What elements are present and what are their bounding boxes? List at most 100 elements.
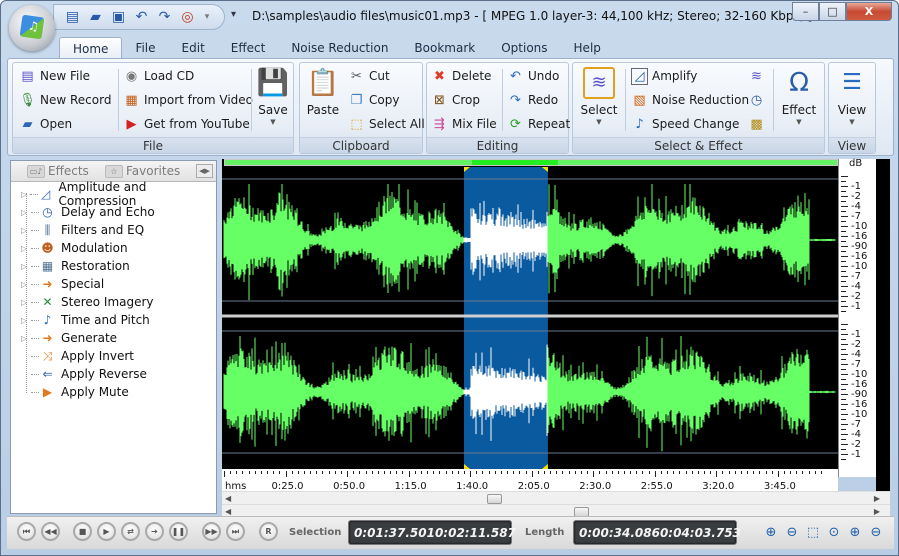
effect-shortcut-3[interactable]: ▩ bbox=[748, 113, 765, 135]
tab-effects[interactable]: ▭♪ Effects bbox=[27, 164, 89, 178]
tab-favorites[interactable]: ☆ Favorites bbox=[105, 164, 180, 178]
panel-scroll-arrows[interactable]: ◀▶ bbox=[196, 164, 213, 178]
tree-item[interactable]: ▷ ▦ Restoration bbox=[11, 257, 216, 275]
open-icon[interactable]: ▰ bbox=[87, 9, 104, 26]
noise-reduction-button[interactable]: ▧ Noise Reduction bbox=[631, 89, 749, 111]
ruler-tick bbox=[808, 471, 810, 474]
rewind-button[interactable]: ◀◀ bbox=[41, 522, 60, 541]
copy-button[interactable]: ❐ Copy bbox=[348, 89, 400, 111]
cut-button[interactable]: ✂ Cut bbox=[348, 65, 390, 87]
scroll-thumb[interactable] bbox=[487, 494, 502, 504]
expand-arrow-icon[interactable]: ▷ bbox=[21, 298, 31, 307]
expand-arrow-icon[interactable]: ▷ bbox=[21, 280, 31, 289]
import-video-button[interactable]: ▦ Import from Video bbox=[123, 89, 253, 111]
tree-item[interactable]: ▷ ➜ Special bbox=[11, 275, 216, 293]
minimize-button[interactable]: – bbox=[792, 2, 819, 21]
tree-item[interactable]: ▷ ♪ Time and Pitch bbox=[11, 311, 216, 329]
tree-item[interactable]: ▷ ◿ Amplitude and Compression bbox=[11, 180, 216, 208]
redo-button[interactable]: ↷ Redo bbox=[507, 89, 558, 111]
tree-item[interactable]: ▷ ➜ Generate bbox=[11, 329, 216, 347]
expand-arrow-icon[interactable]: ▷ bbox=[21, 334, 31, 343]
overview-bar[interactable] bbox=[224, 159, 838, 166]
zoom-full-icon[interactable]: ⊙ bbox=[825, 523, 843, 541]
go-to-end-button[interactable]: ⏭ bbox=[226, 522, 245, 541]
delete-button[interactable]: ✖ Delete bbox=[431, 65, 491, 87]
scroll-left-icon[interactable]: ◀ bbox=[225, 507, 231, 516]
tree-item[interactable]: ▷ ⫼ Filters and EQ bbox=[11, 221, 216, 239]
expand-arrow-icon[interactable]: ▷ bbox=[21, 316, 31, 325]
expand-arrow-icon[interactable]: ▷ bbox=[21, 262, 31, 271]
zoom-out-icon[interactable]: ⊖ bbox=[783, 523, 801, 541]
loop-button[interactable]: ⇄ bbox=[121, 522, 140, 541]
effect-button[interactable]: Ω Effect ▼ bbox=[778, 67, 820, 126]
scroll-left-icon[interactable]: ◀ bbox=[225, 494, 231, 503]
scroll-right-icon[interactable]: ▶ bbox=[874, 494, 880, 503]
close-button[interactable]: X bbox=[846, 2, 892, 21]
select-all-button[interactable]: ⬚ Select All bbox=[348, 113, 424, 135]
maximize-button[interactable]: □ bbox=[819, 2, 846, 21]
tab-bookmark[interactable]: Bookmark bbox=[401, 37, 488, 59]
select-button[interactable]: ≋ Select ▼ bbox=[579, 67, 619, 126]
play-button[interactable]: ▶ bbox=[97, 522, 116, 541]
youtube-button[interactable]: ▶ Get from YouTube bbox=[123, 113, 250, 135]
effect-shortcut-2[interactable]: ◷ bbox=[748, 89, 765, 111]
tab-file[interactable]: File bbox=[122, 37, 168, 59]
tree-item[interactable]: ▶ Apply Mute bbox=[11, 383, 216, 401]
undo-button[interactable]: ↶ Undo bbox=[507, 65, 559, 87]
waveform-canvas[interactable] bbox=[222, 167, 838, 469]
repeat-button[interactable]: ⟳ Repeat bbox=[507, 113, 570, 135]
fast-forward-button[interactable]: ▶▶ bbox=[202, 522, 221, 541]
view-button[interactable]: ☰ View ▼ bbox=[832, 67, 872, 127]
tab-home[interactable]: Home bbox=[59, 37, 123, 59]
zoom-in-vertical-icon[interactable]: ⊕ bbox=[846, 523, 864, 541]
stop-button[interactable]: ■ bbox=[73, 522, 92, 541]
go-to-start-button[interactable]: ⏮ bbox=[17, 522, 36, 541]
tab-effect[interactable]: Effect bbox=[218, 37, 279, 59]
tree-item[interactable]: ▷ ✕ Stereo Imagery bbox=[11, 293, 216, 311]
scroll-right-icon[interactable]: ▶ bbox=[874, 507, 880, 516]
tree-item[interactable]: ▷ ☻ Modulation bbox=[11, 239, 216, 257]
pause-button[interactable]: ❚❚ bbox=[169, 522, 188, 541]
speed-change-button[interactable]: ♪ Speed Change bbox=[631, 113, 739, 135]
new-file-icon[interactable]: ▤ bbox=[64, 9, 81, 26]
tree-item[interactable]: ⇐ Apply Reverse bbox=[11, 365, 216, 383]
ruler-tick bbox=[599, 471, 601, 474]
expand-arrow-icon[interactable]: ▷ bbox=[21, 244, 31, 253]
paste-button[interactable]: 📋 Paste bbox=[304, 67, 342, 117]
save-icon[interactable]: ▣ bbox=[110, 9, 127, 26]
customize-qat-icon[interactable]: ▾ bbox=[231, 9, 236, 20]
ruler-tick bbox=[494, 471, 496, 474]
new-record-button[interactable]: 🎙 New Record bbox=[19, 89, 111, 111]
tree-item[interactable]: ▷ ◷ Delay and Echo bbox=[11, 203, 216, 221]
burn-cd-icon[interactable]: ◎ bbox=[179, 9, 196, 26]
crop-button[interactable]: ⊠ Crop bbox=[431, 89, 480, 111]
effect-shortcut-1[interactable]: ≋ bbox=[748, 65, 765, 87]
redo-icon[interactable]: ↷ bbox=[156, 9, 173, 26]
db-tick bbox=[841, 266, 848, 267]
zoom-selection-icon[interactable]: ⬚ bbox=[804, 523, 822, 541]
tab-help[interactable]: Help bbox=[561, 37, 614, 59]
open-button[interactable]: ▰ Open bbox=[19, 113, 73, 135]
db-tick bbox=[841, 241, 846, 242]
expand-arrow-icon[interactable]: ▷ bbox=[21, 190, 30, 199]
mix-file-button[interactable]: ⇶ Mix File bbox=[431, 113, 497, 135]
play-selection-button[interactable]: ➔ bbox=[145, 522, 164, 541]
tree-item[interactable]: ⤨ Apply Invert bbox=[11, 347, 216, 365]
amplify-button[interactable]: ◿ Amplify bbox=[631, 65, 697, 87]
undo-icon[interactable]: ↶ bbox=[133, 9, 150, 26]
tab-options[interactable]: Options bbox=[488, 37, 560, 59]
qat-dropdown-icon[interactable]: ▾ bbox=[202, 9, 212, 26]
app-menu-button[interactable] bbox=[9, 5, 55, 51]
new-file-button[interactable]: ▤ New File bbox=[19, 65, 90, 87]
load-cd-button[interactable]: ◉ Load CD bbox=[123, 65, 194, 87]
horizontal-scrollbar[interactable]: ◀ ▶ bbox=[222, 491, 890, 505]
vertical-scrollbar[interactable] bbox=[876, 159, 890, 495]
tab-edit[interactable]: Edit bbox=[169, 37, 218, 59]
save-button[interactable]: 💾 Save ▼ bbox=[256, 67, 290, 126]
zoom-in-icon[interactable]: ⊕ bbox=[762, 523, 780, 541]
expand-arrow-icon[interactable]: ▷ bbox=[21, 226, 31, 235]
zoom-out-vertical-icon[interactable]: ⊖ bbox=[867, 523, 885, 541]
tab-noise-reduction[interactable]: Noise Reduction bbox=[278, 37, 401, 59]
record-button[interactable]: R bbox=[259, 522, 278, 541]
expand-arrow-icon[interactable]: ▷ bbox=[21, 208, 31, 217]
